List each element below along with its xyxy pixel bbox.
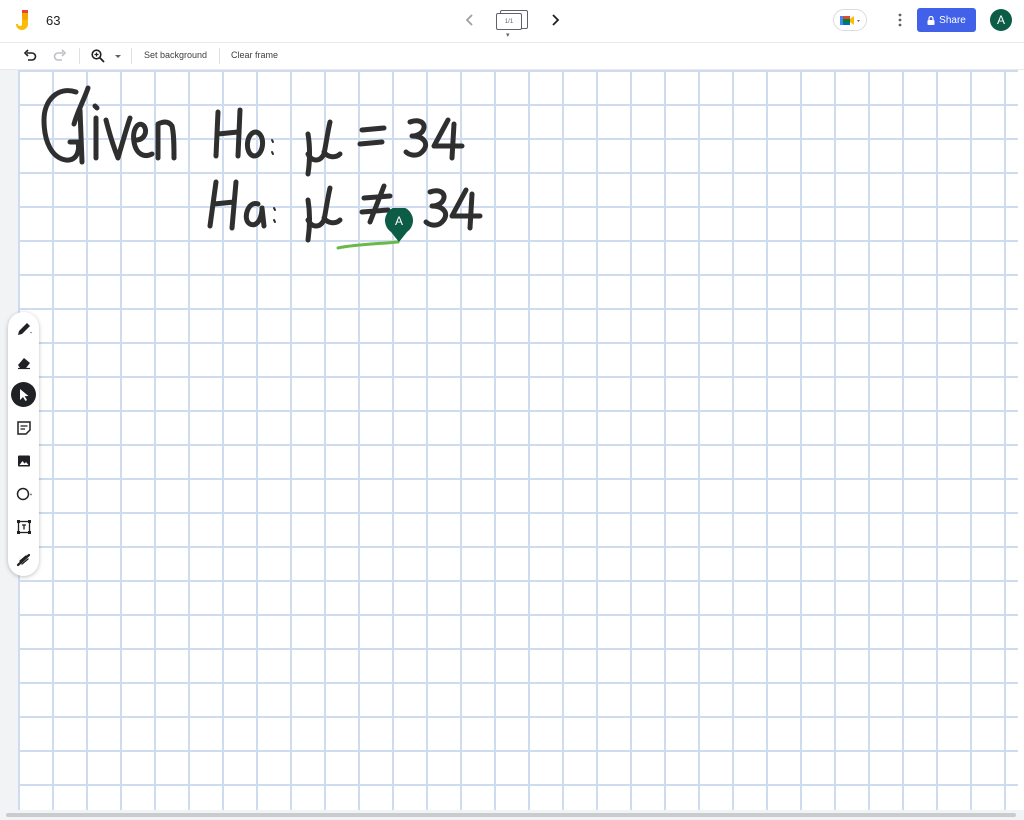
editing-toolbar: Set background Clear frame [0,42,1024,70]
eraser-icon [17,357,30,369]
toolbar-divider [219,48,220,64]
account-avatar[interactable]: A [990,9,1012,31]
circle-icon [16,487,32,500]
handwriting-layer [41,85,483,250]
pen-icon [17,322,32,335]
collaborator-cursor: A [385,208,415,244]
tool-shape[interactable] [11,481,36,506]
sticky-note-icon [16,420,31,435]
undo-icon[interactable] [22,48,38,64]
tool-select[interactable] [11,382,36,407]
toolbar-divider [131,48,132,64]
jamboard-logo-icon[interactable] [14,10,34,32]
laser-icon [16,553,30,566]
frame-counter: 1/1 [496,13,522,30]
zoom-icon[interactable] [90,48,106,64]
collaborator-initial: A [394,214,403,228]
clear-frame-button[interactable]: Clear frame [231,50,278,60]
tool-pen[interactable] [11,316,36,341]
tool-text-box[interactable] [11,514,36,539]
tool-panel [8,312,39,576]
frame-caret-icon: ▾ [506,32,510,39]
whiteboard-canvas[interactable] [18,70,1018,810]
toolbar-divider [79,48,80,64]
frames-icon[interactable]: 1/1 ▾ [496,10,528,39]
tool-eraser[interactable] [11,349,36,374]
cursor-icon [19,388,28,401]
document-title[interactable]: 63 [46,13,60,28]
tool-image[interactable] [11,448,36,473]
ink-stroke-ho [213,107,243,159]
lock-icon [927,15,935,25]
share-button[interactable]: Share [917,8,976,32]
image-icon [17,455,30,466]
chevron-right-icon[interactable] [545,10,565,30]
tool-sticky-note[interactable] [11,415,36,440]
more-vert-icon[interactable] [892,11,908,29]
text-box-icon [16,519,31,534]
google-meet-icon [840,16,860,25]
app-header: 63 1/1 ▾ Share A [0,0,1024,42]
set-background-button[interactable]: Set background [144,50,207,60]
share-label: Share [939,14,966,26]
google-meet-button[interactable] [833,9,867,31]
ink-stroke-ha [207,179,239,231]
redo-icon[interactable] [52,48,68,64]
dropdown-caret-icon[interactable] [112,48,124,64]
tool-laser[interactable] [11,547,36,572]
chevron-left-icon[interactable] [460,10,480,30]
horizontal-scrollbar[interactable] [6,813,1016,817]
